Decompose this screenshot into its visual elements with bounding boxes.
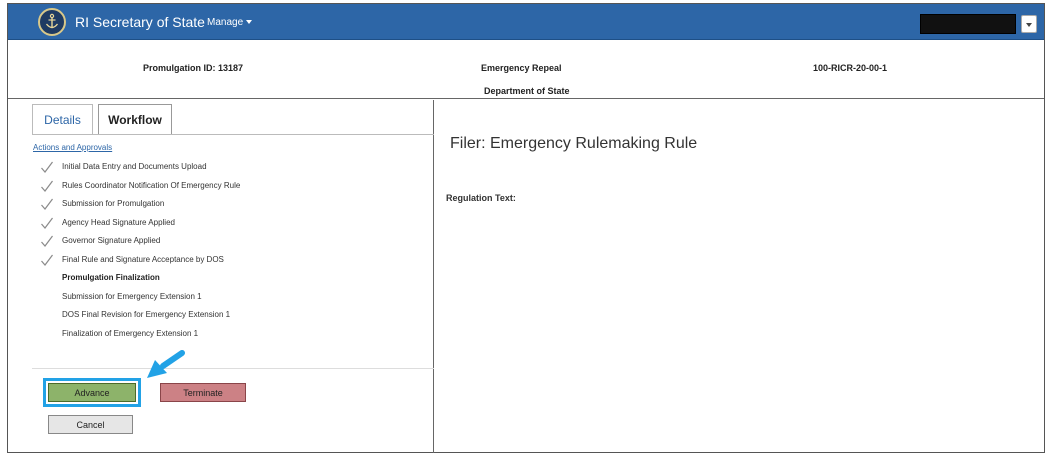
- manage-menu-label: Manage: [207, 17, 244, 28]
- checkmark-icon: [41, 198, 53, 210]
- workflow-step-label: Final Rule and Signature Acceptance by D…: [62, 254, 224, 264]
- workflow-step-label: DOS Final Revision for Emergency Extensi…: [62, 310, 231, 319]
- workflow-step: Final Rule and Signature Acceptance by D…: [40, 251, 420, 270]
- workflow-step-label: Governor Signature Applied: [62, 236, 161, 245]
- promulgation-header: Promulgation ID: 13187 Emergency Repeal …: [8, 41, 1044, 99]
- tab-underline: [32, 134, 434, 135]
- workflow-step: Governor Signature Applied: [40, 232, 420, 251]
- user-name-redacted: [920, 14, 1016, 34]
- workflow-step-label: Submission for Emergency Extension 1: [62, 291, 202, 301]
- top-navbar: RI Secretary of State Manage: [8, 4, 1044, 40]
- state-seal-logo[interactable]: [38, 8, 66, 36]
- tab-workflow[interactable]: Workflow: [98, 104, 172, 135]
- caret-down-icon: [1026, 23, 1032, 27]
- brand-title[interactable]: RI Secretary of State: [75, 14, 205, 30]
- checkmark-icon: [41, 161, 53, 173]
- workflow-step-current: Promulgation Finalization: [40, 269, 420, 288]
- user-menu-button[interactable]: [1021, 15, 1037, 33]
- filer-panel: Filer: Emergency Rulemaking Rule Regulat…: [435, 100, 1044, 453]
- regulation-text-label: Regulation Text:: [446, 193, 516, 203]
- checkmark-icon: [41, 235, 53, 247]
- promulgation-type: Emergency Repeal: [481, 63, 562, 73]
- department-name: Department of State: [484, 86, 570, 96]
- workflow-step-label: Rules Coordinator Notification Of Emerge…: [62, 180, 241, 190]
- workflow-step: Rules Coordinator Notification Of Emerge…: [40, 177, 420, 196]
- workflow-steps: Initial Data Entry and Documents Upload …: [40, 158, 420, 343]
- workflow-step: DOS Final Revision for Emergency Extensi…: [40, 306, 420, 325]
- workflow-step-label: Submission for Promulgation: [62, 199, 165, 208]
- anchor-icon: [45, 13, 59, 29]
- workflow-step: Submission for Emergency Extension 1: [40, 288, 420, 307]
- workflow-step-label: Initial Data Entry and Documents Upload: [62, 162, 207, 171]
- advance-button[interactable]: Advance: [48, 383, 136, 402]
- pointer-arrow-icon: [147, 350, 185, 378]
- workflow-step-label: Agency Head Signature Applied: [62, 217, 175, 227]
- actions-divider: [32, 368, 434, 369]
- caret-down-icon: [246, 20, 253, 25]
- cancel-button[interactable]: Cancel: [48, 415, 133, 434]
- manage-menu[interactable]: Manage: [207, 17, 253, 28]
- workflow-step-label: Finalization of Emergency Extension 1: [62, 328, 199, 338]
- page-title: Filer: Emergency Rulemaking Rule: [450, 135, 698, 152]
- checkmark-icon: [41, 254, 53, 266]
- terminate-button[interactable]: Terminate: [160, 383, 246, 402]
- ricr-number: 100-RICR-20-00-1: [813, 63, 888, 73]
- actions-approvals-link[interactable]: Actions and Approvals: [33, 143, 112, 152]
- checkmark-icon: [41, 217, 53, 229]
- app-window: RI Secretary of State Manage Promulgatio…: [7, 3, 1045, 453]
- workflow-panel: Details Workflow Actions and Approvals I…: [8, 100, 434, 453]
- checkmark-icon: [41, 180, 53, 192]
- workflow-step: Submission for Promulgation: [40, 195, 420, 214]
- workflow-step: Finalization of Emergency Extension 1: [40, 325, 420, 344]
- workflow-step: Agency Head Signature Applied: [40, 214, 420, 233]
- tab-details[interactable]: Details: [32, 104, 93, 135]
- promulgation-id: Promulgation ID: 13187: [143, 63, 244, 73]
- workflow-step-label: Promulgation Finalization: [62, 273, 160, 282]
- workflow-step: Initial Data Entry and Documents Upload: [40, 158, 420, 177]
